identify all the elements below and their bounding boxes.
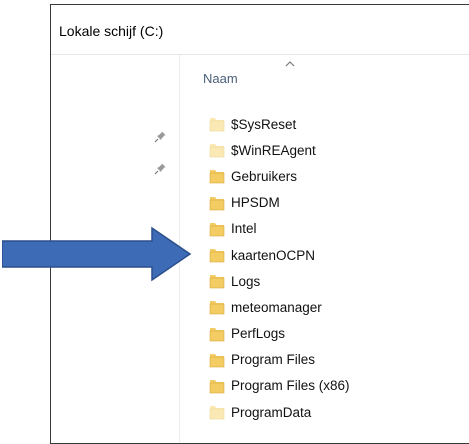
file-name: Program Files (x86) (231, 378, 350, 394)
file-name: $SysReset (231, 116, 297, 132)
file-name: meteomanager (231, 299, 322, 315)
list-item[interactable]: ProgramData (209, 399, 469, 425)
explorer-window: Lokale schijf (C:) Naam $SysReset $WinREA… (50, 4, 469, 444)
folder-icon (209, 379, 225, 394)
file-list: $SysReset $WinREAgent Gebruikers HPSDM Intel… (209, 111, 469, 425)
pin-icon[interactable] (154, 129, 168, 143)
list-item[interactable]: meteomanager (209, 294, 469, 320)
folder-icon (209, 196, 225, 210)
folder-icon (209, 144, 225, 158)
file-name: ProgramData (231, 404, 312, 420)
file-name: Program Files (231, 352, 316, 368)
file-name: $WinREAgent (231, 142, 316, 158)
folder-icon (209, 170, 225, 184)
file-name: PerfLogs (231, 326, 286, 342)
pin-icon[interactable] (154, 161, 168, 175)
column-header-name[interactable]: Naam (203, 71, 238, 86)
file-name: HPSDM (231, 195, 280, 211)
list-item[interactable]: HPSDM (209, 190, 469, 216)
folder-icon (209, 353, 225, 368)
folder-icon (209, 275, 225, 289)
folder-icon (209, 249, 225, 263)
folder-icon (209, 327, 225, 341)
file-name: kaartenOCPN (231, 247, 316, 263)
list-item[interactable]: Gebruikers (209, 163, 469, 189)
file-name: Gebruikers (231, 168, 298, 184)
list-item[interactable]: kaartenOCPN (209, 242, 469, 268)
file-name: Intel (231, 221, 257, 237)
file-name: Logs (231, 273, 261, 289)
list-item[interactable]: $SysReset (209, 111, 469, 137)
folder-icon (209, 222, 225, 237)
folder-icon (209, 118, 225, 132)
folder-icon (209, 301, 225, 315)
list-item[interactable]: PerfLogs (209, 321, 469, 347)
list-item[interactable]: Logs (209, 268, 469, 294)
list-item[interactable]: Program Files (x86) (209, 373, 469, 399)
folder-icon (209, 406, 225, 420)
window-title: Lokale schijf (C:) (59, 23, 164, 39)
list-item[interactable]: $WinREAgent (209, 137, 469, 163)
list-item[interactable]: Intel (209, 216, 469, 242)
title-bar: Lokale schijf (C:) (51, 5, 469, 55)
sort-ascending-icon[interactable] (285, 61, 295, 67)
blue-arrow-annotation (2, 226, 192, 282)
list-item[interactable]: Program Files (209, 347, 469, 373)
